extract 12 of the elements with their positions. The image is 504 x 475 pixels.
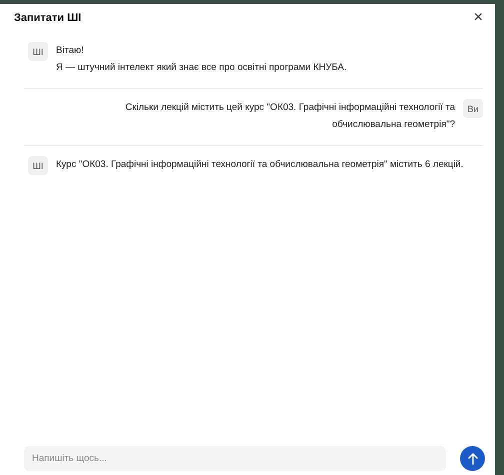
- message-text: Я — штучний інтелект який знає все про освітні програми КНУБА.: [56, 61, 347, 75]
- message-text: Скільки лекцій містить цей курс "ОК03. Графічні інформаційні технології та обчислювальна геометрія"?: [125, 101, 455, 132]
- assistant-avatar: ШІ: [28, 156, 48, 175]
- assistant-avatar: ШІ: [28, 42, 48, 61]
- dialog-title: Запитати ШІ: [14, 12, 82, 24]
- user-avatar: Ви: [463, 99, 483, 118]
- message-text: Курс "ОК03. Графічні інформаційні технології та обчислювальна геометрія" містить 6 лекцій.: [56, 158, 464, 172]
- close-button[interactable]: ×: [472, 10, 485, 26]
- send-button[interactable]: [460, 446, 485, 471]
- message-text: Вітаю!: [56, 44, 85, 58]
- arrow-up-icon: [468, 452, 478, 464]
- message-input[interactable]: Напишіть щось...: [24, 446, 446, 471]
